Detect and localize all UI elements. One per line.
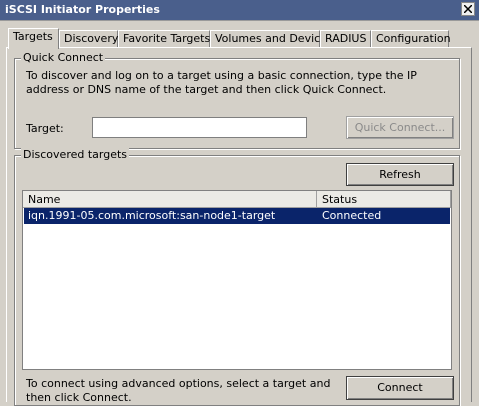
- title-bar: iSCSI Initiator Properties: [0, 0, 479, 21]
- tab-strip: Targets Discovery Favorite Targets Volum…: [0, 28, 479, 49]
- window-title: iSCSI Initiator Properties: [5, 3, 160, 16]
- quick-connect-label: Quick Connect: [21, 51, 106, 64]
- tab-favorite-targets[interactable]: Favorite Targets: [118, 30, 210, 48]
- targets-list[interactable]: Name Status iqn.1991-05.com.microsoft:sa…: [22, 190, 452, 370]
- tab-discovery[interactable]: Discovery: [59, 30, 118, 48]
- close-icon: [464, 5, 472, 13]
- table-row[interactable]: iqn.1991-05.com.microsoft:san-node1-targ…: [24, 208, 450, 224]
- connect-description: To connect using advanced options, selec…: [26, 377, 331, 404]
- row-name-cell: iqn.1991-05.com.microsoft:san-node1-targ…: [28, 209, 276, 222]
- tab-targets[interactable]: Targets: [8, 28, 59, 49]
- tab-configuration[interactable]: Configuration: [371, 30, 451, 48]
- discovered-targets-label: Discovered targets: [21, 148, 130, 161]
- tab-radius[interactable]: RADIUS: [320, 30, 371, 48]
- tab-volumes-and-devices[interactable]: Volumes and Devices: [210, 30, 333, 48]
- close-button[interactable]: [461, 2, 475, 16]
- connect-button[interactable]: Connect: [346, 376, 454, 400]
- list-header: Name Status: [23, 191, 451, 208]
- quick-connect-button[interactable]: Quick Connect...: [346, 116, 454, 139]
- quick-connect-description: To discover and log on to a target using…: [26, 69, 417, 96]
- row-status-cell: Connected: [322, 209, 382, 222]
- column-header-status[interactable]: Status: [317, 191, 451, 208]
- refresh-button[interactable]: Refresh: [346, 163, 454, 186]
- target-input[interactable]: [92, 117, 307, 138]
- target-label: Target:: [26, 122, 64, 135]
- column-header-name[interactable]: Name: [23, 191, 317, 208]
